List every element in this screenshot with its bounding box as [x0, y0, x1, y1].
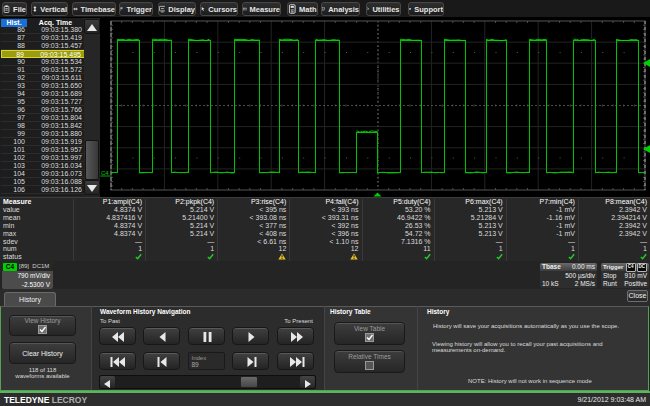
- svg-text:C4: C4: [101, 170, 109, 176]
